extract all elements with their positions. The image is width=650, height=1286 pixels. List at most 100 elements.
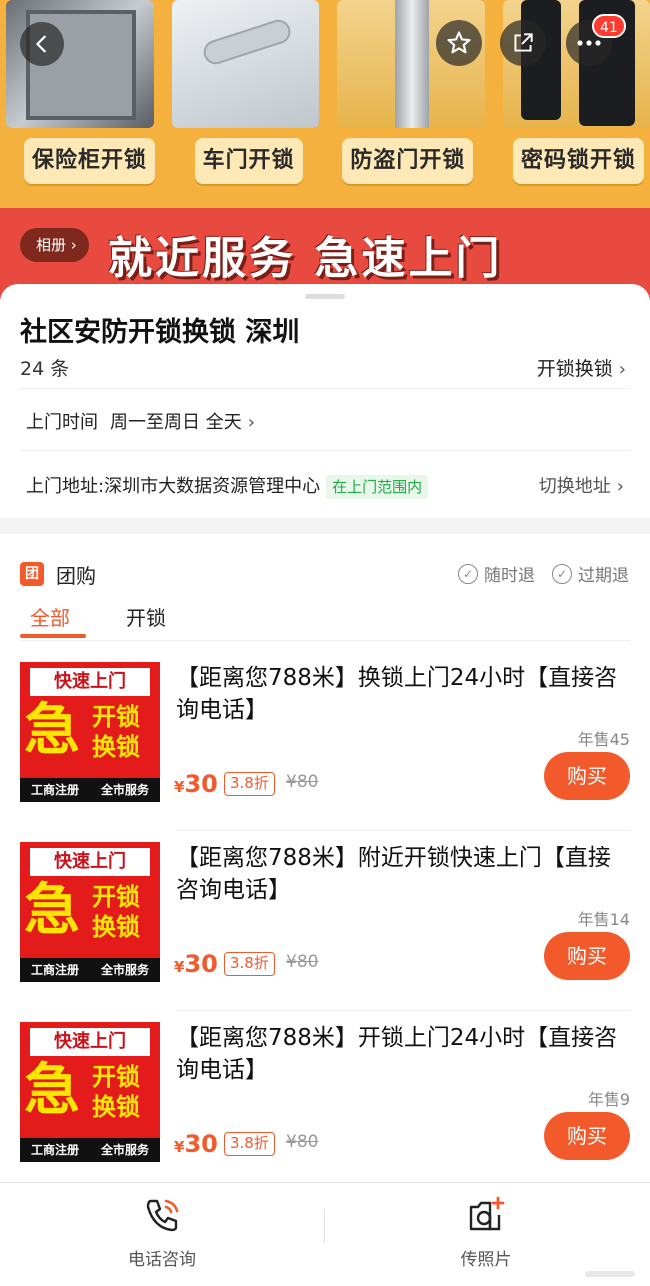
phone-consult-label: 电话咨询 [128,1250,196,1270]
thumb-big-text: 急 [24,698,80,763]
thumb-foot-text: 全市服务 [100,963,149,977]
in-range-tag: 在上门范围内 [326,475,429,499]
thumb-footer: 工商注册 全市服务 [20,778,160,802]
currency-symbol: ¥ [174,1138,185,1156]
original-price: ¥80 [286,772,319,792]
favorite-button[interactable] [436,20,482,66]
discount-badge: 3.8折 [224,772,275,796]
share-icon [514,33,533,52]
group-buy-section: 团 团购 ✓ 随时退 ✓ 过期退 全部 开锁 快速上门 急 开锁换锁 工商注册 全市服… [0,534,650,1182]
hours-label: 上门时间 [26,412,98,433]
annual-sales: 年售9 [587,1090,630,1109]
banner-label: 车门开锁 [194,138,303,184]
buy-button[interactable]: 购买 [544,752,630,800]
thumb-foot-text: 全市服务 [100,1143,149,1157]
price-value: 30 [184,770,218,798]
camera-plus-icon [469,1196,505,1231]
message-count-badge: 41 [592,14,626,38]
price-value: 30 [184,950,218,978]
chevron-right-icon: › [618,359,626,380]
deal-card[interactable]: 快速上门 急 开锁换锁 工商注册 全市服务 【距离您788米】附近开锁快速上门【直… [0,842,650,1002]
star-icon [447,31,471,54]
tab-divider [20,640,630,641]
deal-price: ¥30 [174,1130,218,1158]
check-circle-icon: ✓ [458,563,478,584]
banner-carousel[interactable]: 保险柜开锁 车门开锁 防盗门开锁 密码锁开锁 就近服务 急速上门 [0,0,650,300]
phone-icon [146,1199,179,1232]
check-circle-icon: ✓ [552,563,572,584]
car-door-photo [171,0,319,128]
buy-button[interactable]: 购买 [544,932,630,980]
annual-sales: 年售14 [577,910,630,929]
deal-thumbnail: 快速上门 急 开锁换锁 工商注册 全市服务 [20,842,160,982]
deal-thumbnail: 快速上门 急 开锁换锁 工商注册 全市服务 [20,1022,160,1162]
thumb-small-text: 开锁换锁 [92,1063,140,1121]
annual-sales: 年售45 [577,730,630,749]
discount-badge: 3.8折 [224,1132,275,1156]
currency-symbol: ¥ [174,778,185,796]
category-label: 开锁换锁 [536,358,613,380]
back-button[interactable] [20,22,64,66]
deal-title: 【距离您788米】换锁上门24小时【直接咨询电话】 [176,665,618,723]
service-address: 上门地址:深圳市大数据资源管理中心 在上门范围内 [26,472,429,499]
thumb-top-text: 快速上门 [30,1028,150,1056]
active-tab-indicator [20,634,86,638]
upload-photo-label: 传照片 [460,1250,512,1270]
chevron-right-icon: › [616,476,624,497]
thumb-footer: 工商注册 全市服务 [20,958,160,982]
home-indicator [585,1271,635,1277]
divider [324,1209,325,1243]
refund-anytime-badge: ✓ 随时退 [458,561,535,586]
category-link[interactable]: 开锁换锁 › [537,354,626,381]
hours-value: 周一至周日 全天 [110,412,242,433]
thumb-foot-text: 工商注册 [30,783,79,797]
banner-label: 保险柜开锁 [24,138,156,184]
safe-photo [6,0,154,128]
group-buy-icon: 团 [20,562,44,586]
thumb-small-text: 开锁换锁 [92,883,140,941]
banner-label: 密码锁开锁 [512,138,644,184]
deal-price: ¥30 [174,770,218,798]
thumb-top-text: 快速上门 [30,848,150,876]
more-dots-icon [577,40,601,46]
refund-expired-badge: ✓ 过期退 [552,561,629,586]
divider [20,388,630,389]
service-hours-row[interactable]: 上门时间 周一至周日 全天 › [26,408,255,434]
chevron-left-icon [36,35,46,53]
thumb-small-text: 开锁换锁 [92,703,140,761]
deal-title: 【距离您788米】附近开锁快速上门【直接咨询电话】 [176,845,611,903]
thumb-foot-text: 工商注册 [30,1143,79,1157]
deal-thumbnail: 快速上门 急 开锁换锁 工商注册 全市服务 [20,662,160,802]
thumb-foot-text: 工商注册 [30,963,79,977]
policy-label: 过期退 [578,566,629,586]
deal-card[interactable]: 快速上门 急 开锁换锁 工商注册 全市服务 【距离您788米】开锁上门24小时【直… [0,1022,650,1182]
chevron-right-icon: › [247,412,255,433]
album-button[interactable]: 相册 › [20,228,89,262]
price-value: 30 [184,1130,218,1158]
tab-unlock[interactable]: 开锁 [126,602,166,631]
buy-button[interactable]: 购买 [544,1112,630,1160]
policy-label: 随时退 [484,566,535,586]
sheet-handle[interactable] [305,294,345,299]
upload-photo-button[interactable]: 传照片 [386,1195,586,1270]
deal-card[interactable]: 快速上门 急 开锁换锁 工商注册 全市服务 【距离您788米】换锁上门24小时【直… [0,662,650,822]
thumb-big-text: 急 [24,878,80,943]
currency-symbol: ¥ [174,958,185,976]
divider [176,1010,630,1011]
share-button[interactable] [500,20,546,66]
banner-service-labels: 保险柜开锁 车门开锁 防盗门开锁 密码锁开锁 [0,138,650,190]
bottom-action-bar: 电话咨询 传照片 [0,1182,650,1286]
shop-info-card: 社区安防开锁换锁 深圳 24 条 开锁换锁 › 上门时间 周一至周日 全天 › 上门地… [0,284,650,518]
deal-price: ¥30 [174,950,218,978]
shop-title: 社区安防开锁换锁 深圳 [20,317,300,348]
thumb-foot-text: 全市服务 [100,783,149,797]
banner-photos [0,0,650,130]
divider [20,450,630,451]
deal-title: 【距离您788米】开锁上门24小时【直接咨询电话】 [176,1025,618,1083]
phone-consult-button[interactable]: 电话咨询 [62,1195,262,1270]
original-price: ¥80 [286,952,319,972]
tab-all[interactable]: 全部 [30,602,70,631]
original-price: ¥80 [286,1132,319,1152]
address-text: 上门地址:深圳市大数据资源管理中心 [26,476,321,497]
switch-address-button[interactable]: 切换地址 › [539,472,624,498]
